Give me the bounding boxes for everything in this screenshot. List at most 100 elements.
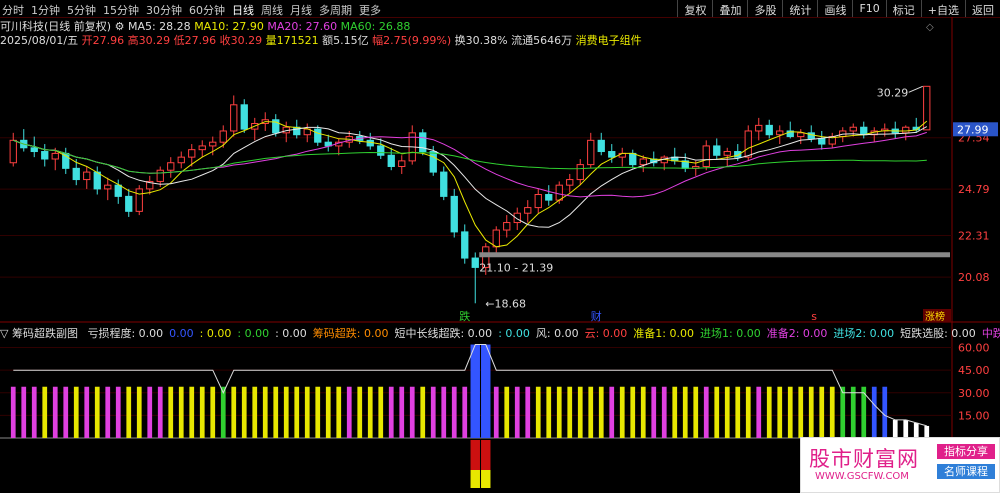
indicator-name[interactable]: 筹码超跌副图 bbox=[12, 327, 78, 340]
moving-averages-layer bbox=[13, 120, 928, 248]
ad-button-course[interactable]: 名师课程 bbox=[937, 464, 995, 479]
ind-bar bbox=[504, 386, 510, 438]
candle-body bbox=[828, 136, 836, 145]
quote-turnover: 换30.38% bbox=[454, 34, 508, 47]
toolbar-button-0[interactable]: 复权 bbox=[677, 0, 712, 17]
ind-bar bbox=[283, 386, 289, 438]
period-tab-10[interactable]: 更多 bbox=[359, 4, 381, 17]
candle-body bbox=[9, 139, 17, 164]
ind-bar bbox=[819, 386, 825, 438]
candles-layer bbox=[9, 85, 931, 304]
candle-body bbox=[723, 151, 731, 156]
ind-tick-label: 60.00 bbox=[958, 342, 990, 355]
ind-bar bbox=[231, 386, 237, 438]
ind-bar bbox=[409, 386, 415, 438]
ind-bar-yellow bbox=[470, 470, 480, 488]
candle-body bbox=[93, 171, 101, 190]
period-tab-3[interactable]: 15分钟 bbox=[103, 4, 139, 17]
candle-body bbox=[734, 151, 742, 158]
ind-bar bbox=[913, 422, 919, 438]
marker-s: s bbox=[811, 310, 817, 323]
ma-line-ma60 bbox=[13, 139, 927, 174]
candle-body bbox=[83, 171, 91, 181]
quote-low: 低27.96 bbox=[173, 34, 217, 47]
toolbar-button-7[interactable]: +自选 bbox=[920, 0, 965, 17]
period-tab-5[interactable]: 60分钟 bbox=[189, 4, 225, 17]
indicator-item-8: 风: 0.00 bbox=[535, 327, 579, 340]
current-price-label: 27.99 bbox=[957, 123, 989, 136]
candle-body bbox=[51, 152, 59, 160]
toolbar-button-5[interactable]: F10 bbox=[852, 0, 885, 17]
ind-bar bbox=[798, 386, 804, 438]
ind-bar bbox=[630, 386, 636, 438]
candle-body bbox=[156, 169, 164, 182]
candle-body bbox=[713, 145, 721, 156]
period-tab-8[interactable]: 月线 bbox=[290, 4, 312, 17]
ind-bar bbox=[336, 386, 342, 438]
ind-bar bbox=[10, 386, 16, 438]
ind-bar bbox=[871, 386, 877, 438]
ind-bar-spike bbox=[481, 344, 491, 438]
ind-bar-spike bbox=[470, 344, 480, 438]
ind-bar bbox=[430, 386, 436, 438]
toolbar-button-3[interactable]: 统计 bbox=[782, 0, 817, 17]
candle-body bbox=[639, 158, 647, 166]
kline-chart[interactable]: 27.54 24.79 22.31 20.08 27.99 60.00 45.00 30.0… bbox=[0, 0, 1000, 492]
candle-body bbox=[324, 141, 332, 147]
candle-body bbox=[30, 147, 38, 153]
ind-bar bbox=[661, 386, 667, 438]
candle-body bbox=[608, 151, 616, 158]
candle-body bbox=[398, 160, 406, 167]
period-tab-0[interactable]: 分时 bbox=[2, 4, 24, 17]
candle-body bbox=[125, 195, 133, 212]
candle-body bbox=[251, 122, 259, 130]
ind-bar bbox=[84, 386, 90, 438]
ind-bar bbox=[903, 419, 909, 438]
toolbar-button-2[interactable]: 多股 bbox=[747, 0, 782, 17]
ind-bar bbox=[399, 386, 405, 438]
ind-bar bbox=[294, 386, 300, 438]
candle-body bbox=[146, 180, 154, 190]
period-tab-2[interactable]: 5分钟 bbox=[67, 4, 96, 17]
ind-bar bbox=[210, 386, 216, 438]
indicator-toggle-icon[interactable]: ▽ bbox=[0, 327, 8, 340]
toolbar-button-6[interactable]: 标记 bbox=[885, 0, 921, 17]
ma-line-ma5 bbox=[13, 120, 928, 248]
period-tab-1[interactable]: 1分钟 bbox=[31, 4, 60, 17]
watermark-ad[interactable]: 股市财富网 WWW.GSCFW.COM 指标分享 名师课程 bbox=[800, 437, 1000, 493]
indicator-item-12: 准备2: 0.00 bbox=[766, 327, 828, 340]
period-tab-9[interactable]: 多周期 bbox=[319, 4, 352, 17]
toolbar-button-4[interactable]: 画线 bbox=[817, 0, 852, 17]
candle-body bbox=[450, 195, 458, 233]
ind-bar bbox=[304, 386, 310, 438]
range-label: 21.10 - 21.39 bbox=[479, 261, 553, 274]
quote-sector[interactable]: 消费电子组件 bbox=[576, 34, 642, 47]
quote-volume: 量171521 bbox=[265, 34, 319, 47]
ad-button-share[interactable]: 指标分享 bbox=[937, 444, 995, 459]
candle-body bbox=[303, 128, 311, 136]
ind-bar bbox=[273, 386, 279, 438]
toolbar-button-8[interactable]: 返回 bbox=[965, 0, 1000, 17]
ind-bar bbox=[777, 386, 783, 438]
candle-body bbox=[408, 132, 416, 162]
indicator-item-15: 中跌选股 bbox=[981, 327, 1000, 340]
ind-bar bbox=[850, 386, 856, 438]
ind-bar bbox=[189, 386, 195, 438]
period-tab-6[interactable]: 日线 bbox=[232, 4, 254, 17]
candle-body bbox=[597, 139, 605, 153]
candle-body bbox=[198, 145, 206, 151]
ind-bar bbox=[735, 386, 741, 438]
period-tab-7[interactable]: 周线 bbox=[261, 4, 283, 17]
ind-bar bbox=[882, 386, 888, 438]
ind-bar bbox=[21, 386, 27, 438]
ind-bar bbox=[115, 386, 121, 438]
candle-body bbox=[702, 145, 710, 167]
period-tab-4[interactable]: 30分钟 bbox=[146, 4, 182, 17]
diamond-icon: ◇ bbox=[926, 22, 934, 33]
ind-bar bbox=[199, 386, 205, 438]
toolbar-button-1[interactable]: 叠加 bbox=[712, 0, 747, 17]
candle-body bbox=[41, 151, 49, 160]
candle-body bbox=[471, 257, 479, 268]
quote-change: 幅2.75(9.99%) bbox=[372, 34, 452, 47]
quote-close: 收30.29 bbox=[219, 34, 263, 47]
